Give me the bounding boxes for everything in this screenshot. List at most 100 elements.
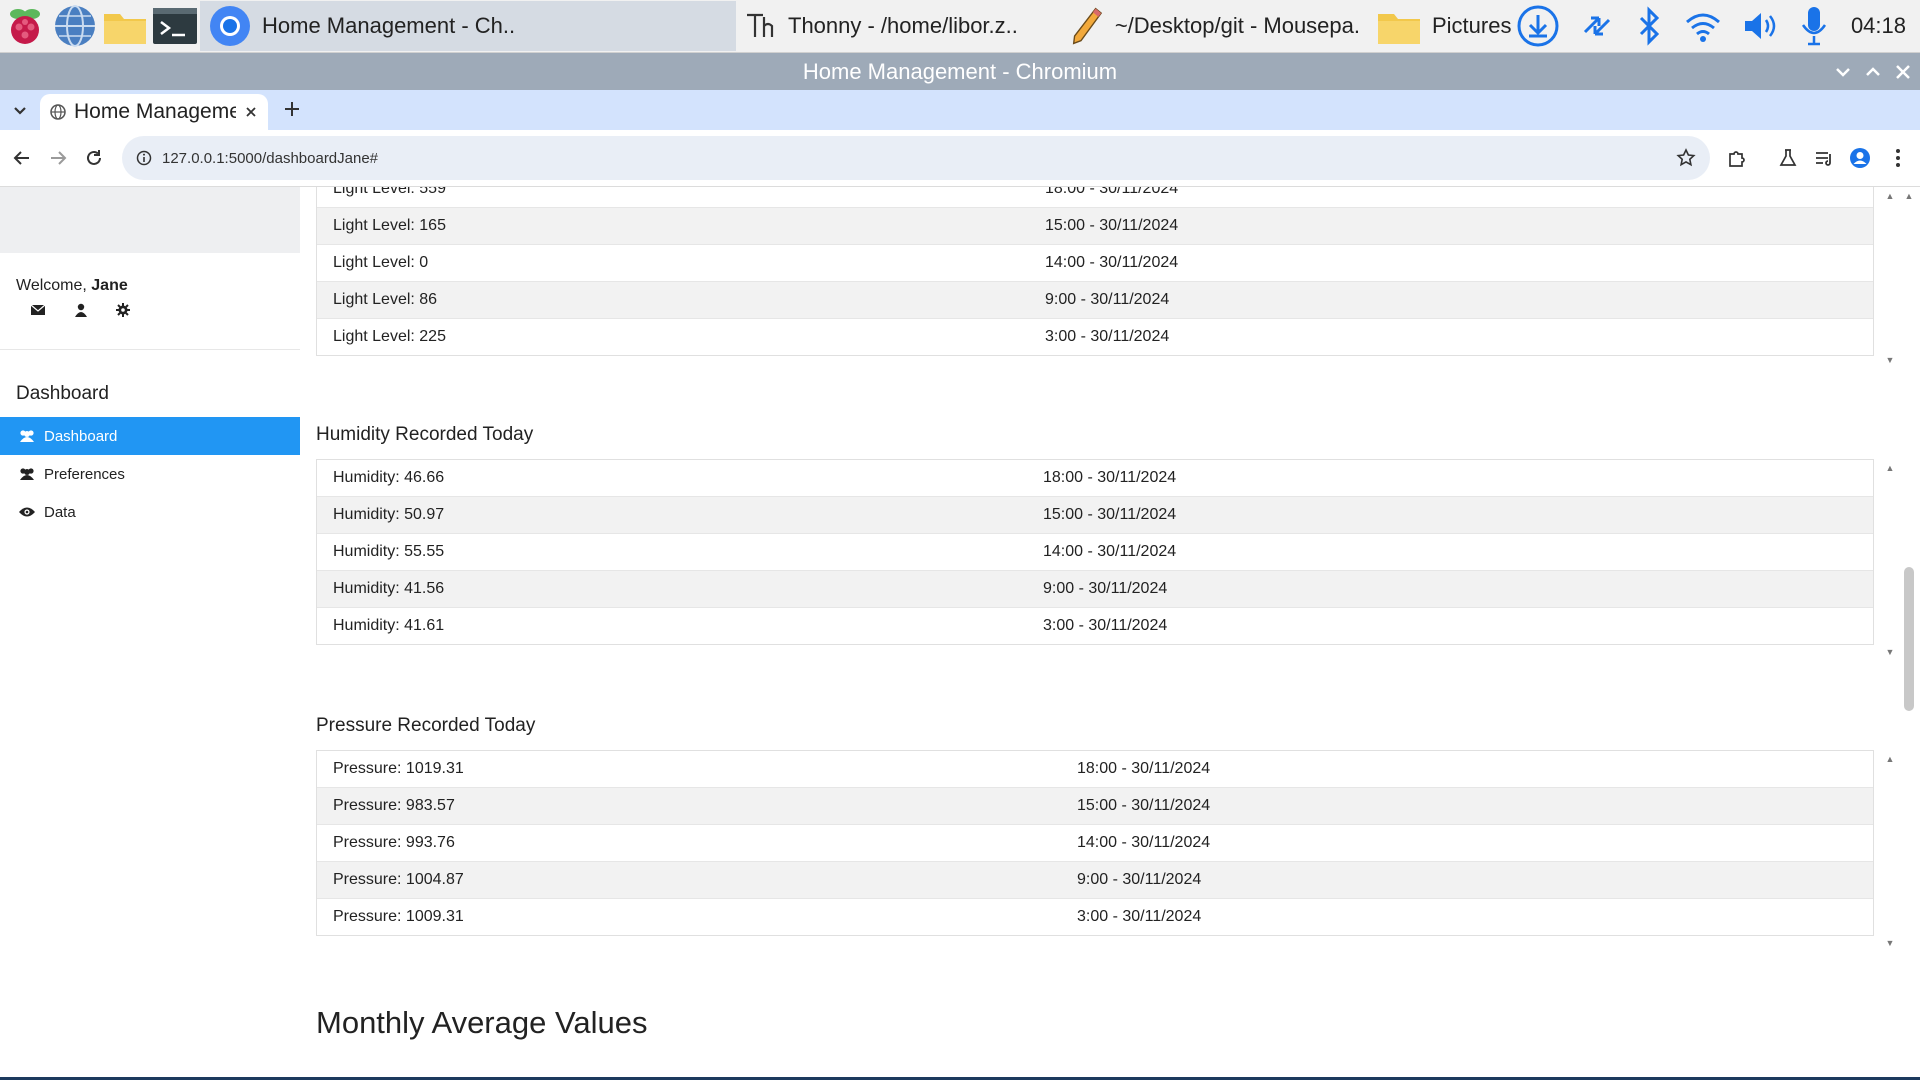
table-cell-value: Pressure: 983.57 [333,797,455,814]
sidebar-item-dashboard[interactable]: Dashboard [0,417,300,455]
tab-home-management[interactable]: Home Management - Chromium [40,94,268,130]
table-row: Humidity: 50.97 15:00 - 30/11/2024 [317,496,1873,533]
maximize-icon[interactable] [1864,63,1882,81]
welcome-prefix: Welcome, [16,277,92,294]
taskbar-window-mousepad[interactable]: ~/Desktop/git - Mousepa. [1062,1,1368,51]
tab-title: Home Management - Chromium [74,100,236,123]
extensions-icon[interactable] [1724,146,1748,170]
envelope-icon[interactable] [30,303,46,317]
page-scroll-up-arrow-icon[interactable]: ▲ [1903,191,1915,201]
scroll-down-arrow-icon[interactable]: ▼ [1884,938,1896,948]
table-cell-value: Humidity: 55.55 [333,543,445,560]
scroll-down-arrow-icon[interactable]: ▼ [1884,647,1896,657]
close-icon[interactable] [1894,63,1912,81]
table-row: Pressure: 1019.31 18:00 - 30/11/2024 [317,751,1873,787]
clock[interactable]: 04:18 [1851,13,1906,39]
table-cell-value: Light Level: 225 [333,328,446,345]
light-level-table[interactable]: Light Level: 559 18:00 - 30/11/2024 Ligh… [316,187,1874,356]
site-info-icon[interactable] [136,150,152,166]
sidebar-item-label: Data [44,503,76,521]
table-row: Humidity: 55.55 14:00 - 30/11/2024 [317,533,1873,570]
scroll-down-arrow-icon[interactable]: ▼ [1884,355,1896,365]
main-content: Light Level: 559 18:00 - 30/11/2024 Ligh… [300,187,1920,1077]
scroll-up-arrow-icon[interactable]: ▲ [1884,463,1896,473]
table-cell-time: 9:00 - 30/11/2024 [1045,291,1170,308]
system-tray: 04:18 [1517,0,1920,52]
table-row: Humidity: 46.66 18:00 - 30/11/2024 [317,460,1873,496]
table-cell-value: Light Level: 165 [333,217,446,234]
file-manager-launcher-icon[interactable] [100,2,150,50]
user-icon[interactable] [74,303,88,317]
bluetooth-icon[interactable] [1635,6,1665,46]
taskbar-window-label: Pictures [1432,13,1512,38]
download-icon[interactable] [1517,5,1559,47]
scroll-up-arrow-icon[interactable]: ▲ [1884,191,1896,201]
window-title: Home Management - Chromium [802,58,1118,84]
table-cell-time: 14:00 - 30/11/2024 [1077,834,1211,851]
sync-arrows-icon[interactable] [1577,6,1617,46]
user-name: Jane [91,277,128,294]
new-tab-icon[interactable] [282,99,302,124]
url-text[interactable]: 127.0.0.1:5000/dashboardJane# [162,150,378,167]
table-row: Light Level: 165 15:00 - 30/11/2024 [317,207,1873,244]
humidity-table[interactable]: Humidity: 46.66 18:00 - 30/11/2024 Humid… [316,459,1874,645]
forward-arrow-icon[interactable] [44,144,72,172]
table-cell-time: 14:00 - 30/11/2024 [1043,543,1177,560]
back-arrow-icon[interactable] [8,144,36,172]
volume-icon[interactable] [1741,8,1781,44]
microphone-icon[interactable] [1799,5,1829,47]
table-cell-time: 18:00 - 30/11/2024 [1043,469,1177,486]
gear-icon[interactable] [116,303,130,317]
table-cell-time: 15:00 - 30/11/2024 [1077,797,1211,814]
table-cell-time: 18:00 - 30/11/2024 [1045,187,1179,197]
table-cell-time: 3:00 - 30/11/2024 [1043,617,1168,634]
sidebar-item-data[interactable]: Data [0,493,300,531]
globe-icon [50,104,66,120]
web-browser-launcher-icon[interactable] [50,2,100,50]
table-cell-value: Pressure: 1009.31 [333,908,464,925]
pressure-table[interactable]: Pressure: 1019.31 18:00 - 30/11/2024 Pre… [316,750,1874,936]
minimize-icon[interactable] [1834,63,1852,81]
taskbar-window-chromium[interactable]: Home Management - Ch.. [200,1,736,51]
table-row: Light Level: 559 18:00 - 30/11/2024 [317,187,1873,207]
table-cell-time: 14:00 - 30/11/2024 [1045,254,1179,271]
raspberry-menu-icon[interactable] [0,2,50,50]
table-cell-value: Humidity: 41.61 [333,617,445,634]
tab-search-chevron-icon[interactable] [10,100,30,125]
table-row: Light Level: 86 9:00 - 30/11/2024 [317,281,1873,318]
window-title-bar: Home Management - Chromium [0,53,1920,90]
humidity-section-title: Humidity Recorded Today [316,424,534,445]
sidebar-item-label: Dashboard [44,427,118,445]
table-cell-time: 3:00 - 30/11/2024 [1045,328,1170,345]
table-cell-time: 3:00 - 30/11/2024 [1077,908,1202,925]
page-scrollbar-thumb[interactable] [1904,567,1914,711]
users-icon [20,430,34,442]
sidebar: Welcome, Jane Dashboard Dashboard Prefer… [0,187,300,1077]
tab-close-icon[interactable] [244,105,258,119]
monthly-average-heading: Monthly Average Values [316,1005,648,1040]
scroll-up-arrow-icon[interactable]: ▲ [1884,754,1896,764]
terminal-launcher-icon[interactable] [150,2,200,50]
media-queue-icon[interactable] [1812,146,1836,170]
bookmark-star-icon[interactable] [1676,148,1696,168]
table-row: Light Level: 225 3:00 - 30/11/2024 [317,318,1873,355]
taskbar-window-thonny[interactable]: Thonny - /home/libor.z.. [736,1,1062,51]
thonny-icon [747,13,774,37]
table-cell-value: Humidity: 41.56 [333,580,445,597]
taskbar-window-label: Thonny - /home/libor.z.. [788,13,1018,38]
browser-toolbar: 127.0.0.1:5000/dashboardJane# [0,130,1920,187]
table-cell-value: Humidity: 50.97 [333,506,445,523]
browser-menu-icon[interactable] [1886,146,1910,170]
table-cell-value: Pressure: 993.76 [333,834,455,851]
sidebar-item-preferences[interactable]: Preferences [0,455,300,493]
table-cell-value: Pressure: 1004.87 [333,871,464,888]
wifi-icon[interactable] [1683,8,1723,44]
table-row: Humidity: 41.61 3:00 - 30/11/2024 [317,607,1873,644]
reload-icon[interactable] [80,144,108,172]
table-row: Light Level: 0 14:00 - 30/11/2024 [317,244,1873,281]
address-bar[interactable]: 127.0.0.1:5000/dashboardJane# [122,136,1710,180]
profile-avatar-icon[interactable] [1848,146,1872,170]
table-cell-time: 9:00 - 30/11/2024 [1043,580,1168,597]
taskbar-window-label: Home Management - Ch.. [262,13,516,38]
labs-flask-icon[interactable] [1776,146,1800,170]
